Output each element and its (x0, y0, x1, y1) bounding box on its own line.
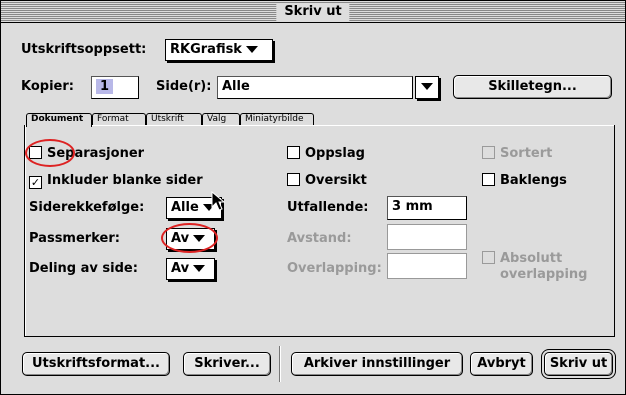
pages-popup[interactable] (415, 76, 439, 99)
bleed-field[interactable]: 3 mm (387, 196, 467, 220)
checkbox-box (482, 146, 495, 159)
cancel-button[interactable]: Avbryt (470, 352, 533, 376)
print-dialog: Skriv ut Utskriftsoppsett: RKGrafisk Kop… (0, 0, 626, 395)
checkbox-box (287, 173, 300, 186)
checkbox-box (482, 173, 495, 186)
separations-label: Separasjoner (47, 146, 145, 161)
collate-checkbox[interactable]: Sortert (482, 145, 552, 163)
offset-field[interactable] (387, 224, 467, 250)
tiling-popup[interactable]: Av (166, 258, 215, 280)
collate-label: Sortert (500, 146, 553, 161)
capture-settings-button[interactable]: Arkiver innstillinger (291, 352, 463, 376)
absolute-overlap-checkbox[interactable] (482, 250, 500, 268)
bleed-value: 3 mm (392, 199, 433, 214)
back-to-front-checkbox[interactable]: Baklengs (482, 172, 567, 190)
registration-popup[interactable]: Av (166, 228, 215, 250)
setup-label: Utskriftsoppsett: (21, 42, 147, 57)
bleed-label: Utfallende: (287, 200, 369, 215)
pages-field[interactable]: Alle (217, 76, 413, 99)
button-divider (279, 346, 281, 382)
absolute-overlap-label-2: overlapping (500, 267, 588, 282)
pages-value: Alle (222, 79, 250, 94)
page-order-value: Alle (171, 200, 199, 215)
copies-label: Kopier: (21, 79, 74, 94)
setup-value: RKGrafisk (170, 42, 242, 57)
overlap-label: Overlapping: (287, 261, 382, 276)
arrow-cursor-icon (211, 191, 226, 211)
page-order-label: Siderekkefølge: (29, 200, 145, 215)
spreads-label: Oppslag (305, 146, 365, 161)
title-bar[interactable]: Skriv ut (1, 1, 625, 23)
include-blank-checkbox[interactable]: ✓ Inkluder blanke sider (29, 172, 203, 190)
checkbox-box (29, 146, 42, 159)
back-to-front-label: Baklengs (500, 173, 567, 188)
chevron-down-icon (193, 265, 206, 272)
printer-button[interactable]: Skriver... (183, 352, 271, 376)
offset-label: Avstand: (287, 231, 352, 246)
copies-value: 1 (96, 79, 114, 94)
registration-label: Passmerker: (29, 231, 120, 246)
checkbox-box (287, 146, 300, 159)
copies-field[interactable]: 1 (91, 76, 139, 99)
pages-label: Side(r): (156, 79, 212, 94)
chevron-down-icon (421, 83, 433, 90)
tiling-label: Deling av side: (29, 261, 138, 276)
checkbox-box (482, 251, 495, 264)
page-setup-button[interactable]: Utskriftsformat... (22, 352, 170, 376)
tiling-value: Av (171, 261, 190, 276)
setup-popup[interactable]: RKGrafisk (165, 39, 273, 61)
registration-value: Av (171, 231, 190, 246)
chevron-down-icon (245, 46, 258, 53)
thumbnails-checkbox[interactable]: Oversikt (287, 172, 367, 190)
thumbnails-label: Oversikt (305, 173, 367, 188)
window-title: Skriv ut (276, 3, 350, 21)
separator-chars-button[interactable]: Skilletegn... (453, 75, 612, 99)
overlap-field[interactable] (387, 253, 467, 279)
checkmark-icon: ✓ (29, 176, 42, 189)
spreads-checkbox[interactable]: Oppslag (287, 145, 365, 163)
separations-checkbox[interactable]: Separasjoner (29, 145, 144, 163)
print-button[interactable]: Skriv ut (544, 352, 613, 376)
tab-dokument[interactable]: Dokument (26, 113, 92, 127)
chevron-down-icon (193, 235, 206, 242)
include-blank-label: Inkluder blanke sider (47, 173, 203, 188)
